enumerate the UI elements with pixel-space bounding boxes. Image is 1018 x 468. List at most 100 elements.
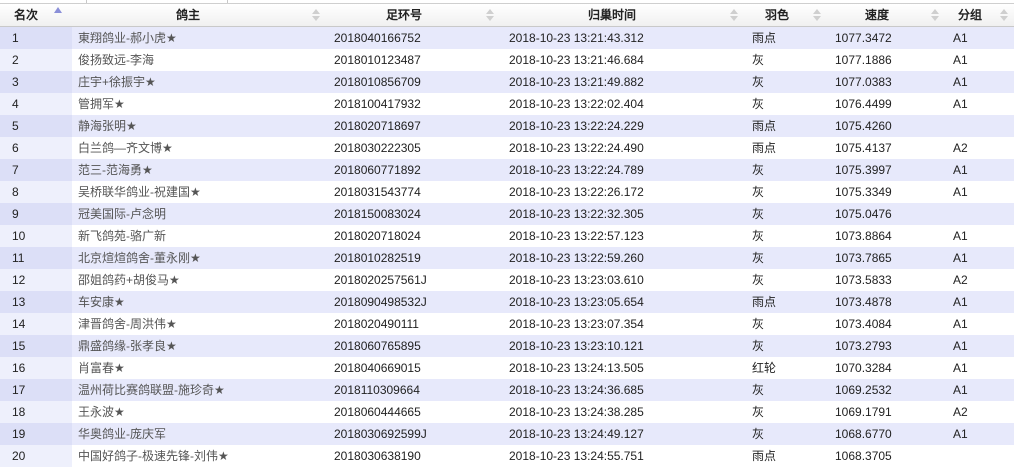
table-row[interactable]: 10 新飞鸽苑-骆广新 2018020718024 2018-10-23 13:22:… — [0, 225, 1014, 247]
sort-icon[interactable] — [486, 9, 494, 21]
table-row[interactable]: 4 管拥军★ 2018100417932 2018-10-23 13:22:02.40… — [0, 93, 1014, 115]
speed-cell: 1069.2532 — [835, 383, 892, 397]
ring-number-cell: 2018090498532J — [334, 295, 427, 309]
speed-cell: 1068.6770 — [835, 427, 892, 441]
feather-color-cell: 灰 — [752, 251, 765, 265]
table-row[interactable]: 20 中国好鸽子-极速先锋-刘伟★ 2018030638190 2018-10-23 … — [0, 445, 1014, 467]
speed-cell: 1073.7865 — [835, 251, 892, 265]
column-header-group[interactable]: 分组 — [944, 4, 1014, 26]
feather-color-cell: 灰 — [752, 229, 765, 243]
table-row[interactable]: 16 肖富春★ 2018040669015 2018-10-23 13:24:13.5… — [0, 357, 1014, 379]
speed-cell: 1077.1886 — [835, 53, 892, 67]
table-row[interactable]: 19 华奥鸽业-庞庆军 2018030692599J 2018-10-23 13:24… — [0, 423, 1014, 445]
rank-cell-background — [0, 379, 72, 401]
owner-cell: 管拥军★ — [78, 97, 125, 111]
table-row[interactable]: 13 车安康★ 2018090498532J 2018-10-23 13:23:05.… — [0, 291, 1014, 313]
speed-cell: 1069.1791 — [835, 405, 892, 419]
column-header-color-label: 羽色 — [765, 8, 790, 22]
rank-cell: 14 — [12, 317, 26, 331]
rank-cell: 19 — [12, 427, 26, 441]
table-row[interactable]: 2 俊扬致远-李海 2018010123487 2018-10-23 13:21:46… — [0, 49, 1014, 71]
rank-cell: 18 — [12, 405, 26, 419]
table-row[interactable]: 1 東翔鸽业-郝小虎★ 2018040166752 2018-10-23 13:21:… — [0, 27, 1014, 49]
table-row[interactable]: 9 冠美国际-卢念明 2018150083024 2018-10-23 13:22:3… — [0, 203, 1014, 225]
speed-cell: 1077.0383 — [835, 75, 892, 89]
table-row[interactable]: 15 鼎盛鸽缘-张孝良★ 2018060765895 2018-10-23 13:23… — [0, 335, 1014, 357]
rank-cell-background — [0, 291, 72, 313]
rank-cell: 1 — [12, 31, 19, 45]
table-row[interactable]: 3 庄宇+徐振宇★ 2018010856709 2018-10-23 13:21:49… — [0, 71, 1014, 93]
rank-cell-background — [0, 93, 72, 115]
table-row[interactable]: 18 王永波★ 2018060444665 2018-10-23 13:24:38.2… — [0, 401, 1014, 423]
column-header-owner[interactable]: 鸽主 — [72, 4, 326, 26]
owner-cell: 白兰鸽—齐文博★ — [78, 141, 173, 155]
column-header-color[interactable]: 羽色 — [745, 4, 827, 26]
sort-icon[interactable] — [730, 9, 738, 21]
table-row[interactable]: 5 静海张明★ 2018020718697 2018-10-23 13:22:24.2… — [0, 115, 1014, 137]
column-header-speed[interactable]: 速度 — [827, 4, 944, 26]
ring-number-cell: 2018020490111 — [334, 317, 419, 331]
sort-icon[interactable] — [1000, 9, 1008, 21]
table-row[interactable]: 11 北京煊煊鸽舍-董永刚★ 2018010282519 2018-10-23 13:… — [0, 247, 1014, 269]
column-header-rank[interactable]: 名次 — [0, 4, 72, 26]
group-cell: A1 — [953, 339, 968, 353]
table-row[interactable]: 7 范三-范海勇★ 2018060771892 2018-10-23 13:22:24… — [0, 159, 1014, 181]
group-cell: A1 — [953, 97, 968, 111]
return-time-cell: 2018-10-23 13:23:03.610 — [509, 273, 644, 287]
feather-color-cell: 灰 — [752, 317, 765, 331]
sort-ascending-icon[interactable] — [54, 7, 62, 13]
feather-color-cell: 灰 — [752, 383, 765, 397]
return-time-cell: 2018-10-23 13:22:32.305 — [509, 207, 644, 221]
speed-cell: 1077.3472 — [835, 31, 892, 45]
group-cell: A1 — [953, 427, 968, 441]
ring-number-cell: 2018110309664 — [334, 383, 420, 397]
ring-number-cell: 2018150083024 — [334, 207, 421, 221]
feather-color-cell: 红轮 — [752, 361, 777, 375]
table-row[interactable]: 6 白兰鸽—齐文博★ 2018030222305 2018-10-23 13:22:2… — [0, 137, 1014, 159]
column-header-ring[interactable]: 足环号 — [326, 4, 500, 26]
column-header-group-label: 分组 — [958, 8, 983, 22]
speed-cell: 1073.8864 — [835, 229, 892, 243]
table-row[interactable]: 12 邵姐鸽药+胡俊马★ 2018020257561J 2018-10-23 13:2… — [0, 269, 1014, 291]
return-time-cell: 2018-10-23 13:22:24.490 — [509, 141, 644, 155]
ring-number-cell: 2018030692599J — [334, 427, 427, 441]
owner-cell: 王永波★ — [78, 405, 125, 419]
feather-color-cell: 雨点 — [752, 31, 777, 45]
return-time-cell: 2018-10-23 13:22:24.229 — [509, 119, 644, 133]
rank-cell: 9 — [12, 207, 19, 221]
table-row[interactable]: 14 津晋鸽舍-周洪伟★ 2018020490111 2018-10-23 13:23… — [0, 313, 1014, 335]
group-cell: A1 — [953, 251, 968, 265]
table-row[interactable]: 8 吴桥联华鸽业-祝建国★ 2018031543774 2018-10-23 13:2… — [0, 181, 1014, 203]
owner-cell: 华奥鸽业-庞庆军 — [78, 427, 166, 441]
column-header-ring-label: 足环号 — [386, 8, 423, 22]
sort-icon[interactable] — [312, 9, 320, 21]
rank-cell-background — [0, 269, 72, 291]
return-time-cell: 2018-10-23 13:22:26.172 — [509, 185, 644, 199]
rank-cell: 6 — [12, 141, 19, 155]
ring-number-cell: 2018060765895 — [334, 339, 421, 353]
ring-number-cell: 2018010123487 — [334, 53, 421, 67]
return-time-cell: 2018-10-23 13:23:05.654 — [509, 295, 644, 309]
group-cell: A2 — [953, 405, 968, 419]
return-time-cell: 2018-10-23 13:23:10.121 — [509, 339, 644, 353]
rank-cell-background — [0, 357, 72, 379]
column-header-time[interactable]: 归巢时间 — [500, 4, 745, 26]
feather-color-cell: 灰 — [752, 207, 765, 221]
table-row[interactable]: 17 温州荷比赛鸽联盟-施珍奇★ 2018110309664 2018-10-23 1… — [0, 379, 1014, 401]
rank-cell: 5 — [12, 119, 19, 133]
results-table: 名次 鸽主 足环号 归巢时间 羽色 速度 分组 1 東翔鸽业-郝小虎★ 201804… — [0, 3, 1014, 467]
rank-cell-background — [0, 401, 72, 423]
sort-icon[interactable] — [931, 9, 939, 21]
feather-color-cell: 灰 — [752, 97, 765, 111]
column-header-time-label: 归巢时间 — [588, 8, 637, 22]
speed-cell: 1075.3349 — [835, 185, 892, 199]
ring-number-cell: 2018020257561J — [334, 273, 427, 287]
return-time-cell: 2018-10-23 13:21:46.684 — [509, 53, 644, 67]
rank-cell-background — [0, 203, 72, 225]
owner-cell: 俊扬致远-李海 — [78, 53, 154, 67]
group-cell: A1 — [953, 383, 968, 397]
owner-cell: 肖富春★ — [78, 361, 125, 375]
rank-cell: 20 — [12, 449, 26, 463]
sort-icon[interactable] — [813, 9, 821, 21]
rank-cell-background — [0, 49, 72, 71]
